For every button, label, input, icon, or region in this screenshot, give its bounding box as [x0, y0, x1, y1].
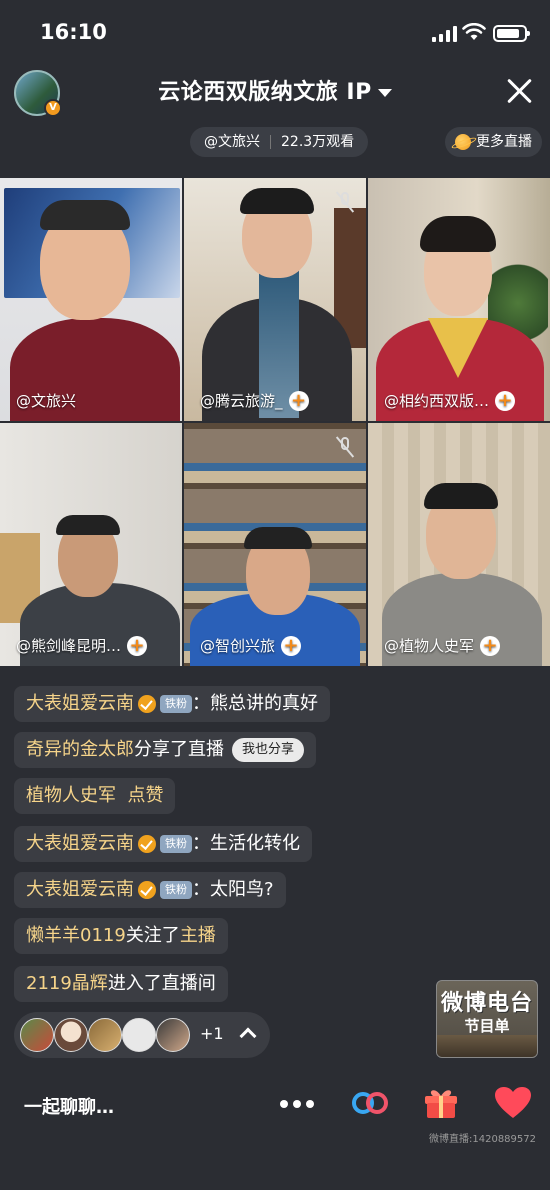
- chat-username[interactable]: 奇异的金太郎: [26, 732, 134, 768]
- host-avatar[interactable]: V: [14, 70, 62, 117]
- mic-muted-icon: [335, 436, 355, 458]
- radio-card-subtitle: 节目单: [464, 1017, 510, 1035]
- chat-message: 大表姐爱云南 铁粉 ：熊总讲的真好: [14, 686, 330, 722]
- share-button[interactable]: 我也分享: [232, 738, 305, 762]
- video-tile[interactable]: @文旅兴: [0, 178, 182, 421]
- video-tile[interactable]: @腾云旅游_ +: [184, 178, 366, 421]
- status-bar: 16:10: [0, 0, 550, 66]
- person-hair: [240, 188, 314, 214]
- chat-message: 植物人史军 点赞: [14, 778, 176, 814]
- person-hair: [56, 515, 120, 535]
- person-hair: [40, 200, 130, 230]
- chat-input[interactable]: 一起聊聊…: [24, 1093, 114, 1119]
- verified-icon: [138, 695, 156, 713]
- divider: [270, 135, 271, 149]
- verified-icon: [138, 835, 156, 853]
- tile-label: @相约西双版… +: [368, 390, 550, 411]
- follow-button[interactable]: +: [288, 390, 309, 411]
- room-title-dropdown[interactable]: 云论西双版纳文旅 IP: [100, 74, 450, 106]
- weibo-radio-card[interactable]: 微博电台 节目单: [436, 980, 538, 1058]
- viewer-avatar[interactable]: [156, 1018, 190, 1052]
- signal-icon: [432, 26, 458, 42]
- chat-username[interactable]: 2119晶辉: [26, 966, 108, 1002]
- person-hair: [424, 483, 498, 509]
- person-hair: [420, 216, 496, 252]
- chat-text: 关注了: [125, 925, 180, 946]
- chat-text: 分享了直播: [134, 739, 224, 760]
- follow-button[interactable]: +: [495, 390, 516, 411]
- video-tile[interactable]: @相约西双版… +: [368, 178, 550, 421]
- radio-card-decor: [437, 1035, 537, 1057]
- follow-button[interactable]: +: [281, 635, 302, 656]
- viewer-avatar[interactable]: [122, 1018, 156, 1052]
- host-handle: @文旅兴: [204, 134, 260, 150]
- watermark: 微博直播:1420889572: [429, 1134, 536, 1145]
- fan-badge: 铁粉: [160, 881, 192, 899]
- chat-text: ：熊总讲的真好: [192, 693, 318, 714]
- video-tile[interactable]: @智创兴旅 +: [184, 423, 366, 666]
- planet-icon: [455, 134, 471, 150]
- video-tile[interactable]: @熊剑峰昆明… +: [0, 423, 182, 666]
- fan-badge: 铁粉: [160, 835, 192, 853]
- status-time: 16:10: [40, 20, 107, 44]
- caret-down-icon: [377, 89, 392, 97]
- tile-label: @腾云旅游_ +: [184, 390, 366, 411]
- viewer-avatars-bar[interactable]: +1: [14, 1012, 270, 1058]
- room-title: 云论西双版纳文旅 IP: [158, 80, 372, 105]
- participant-name: @熊剑峰昆明…: [16, 637, 122, 655]
- mic-muted-icon: [335, 191, 355, 213]
- viewer-count: 22.3万观看: [281, 134, 355, 150]
- chat-message: 懒羊羊0119 关注了 主播: [14, 918, 228, 954]
- participant-name: @文旅兴: [16, 392, 77, 410]
- fan-badge: 铁粉: [160, 695, 192, 713]
- person-hair: [244, 527, 312, 549]
- chat-message: 大表姐爱云南 铁粉 ：生活化转化: [14, 826, 312, 862]
- viewer-avatar[interactable]: [88, 1018, 122, 1052]
- link-icon[interactable]: [350, 1088, 390, 1118]
- chat-message: 大表姐爱云南 铁粉 ：太阳鸟?: [14, 872, 286, 908]
- more-options-icon[interactable]: [280, 1100, 314, 1108]
- participant-name: @腾云旅游_: [200, 392, 283, 410]
- battery-icon: [493, 25, 530, 42]
- radio-card-title: 微博电台: [440, 991, 533, 1016]
- chat-highlight: 主播: [179, 925, 216, 946]
- viewer-avatar[interactable]: [54, 1018, 88, 1052]
- heart-icon[interactable]: [494, 1086, 532, 1120]
- viewer-extra-count: +1: [200, 1024, 224, 1043]
- more-live-label: 更多直播: [476, 134, 532, 150]
- video-grid: @文旅兴 @腾云旅游_ + @相约西双版… + @熊剑峰昆明… + @智创兴旅 …: [0, 178, 550, 666]
- chevron-up-icon[interactable]: [239, 1027, 257, 1045]
- host-info-pill[interactable]: @文旅兴 22.3万观看: [190, 127, 369, 157]
- follow-button[interactable]: +: [127, 635, 148, 656]
- tile-label: @植物人史军 +: [368, 635, 550, 656]
- video-tile[interactable]: @植物人史军 +: [368, 423, 550, 666]
- participant-name: @智创兴旅: [200, 637, 276, 655]
- chat-message: 奇异的金太郎 分享了直播 我也分享: [14, 732, 317, 768]
- tile-label: @智创兴旅 +: [184, 635, 366, 656]
- chat-username[interactable]: 植物人史军: [26, 778, 116, 814]
- chat-text: 进入了直播间: [107, 973, 216, 994]
- wifi-icon: [462, 23, 486, 40]
- chat-username[interactable]: 大表姐爱云南: [26, 826, 134, 862]
- follow-button[interactable]: +: [480, 635, 501, 656]
- tile-label: @文旅兴: [0, 390, 182, 411]
- participant-name: @相约西双版…: [384, 392, 490, 410]
- chat-message: 2119晶辉 进入了直播间: [14, 966, 228, 1002]
- more-live-button[interactable]: 更多直播: [445, 127, 542, 157]
- close-button[interactable]: [505, 76, 535, 106]
- tile-label: @熊剑峰昆明… +: [0, 635, 182, 656]
- chat-text: ：生活化转化: [192, 833, 300, 854]
- chat-username[interactable]: 大表姐爱云南: [26, 686, 134, 722]
- viewer-avatar[interactable]: [20, 1018, 54, 1052]
- verified-icon: [138, 881, 156, 899]
- chat-text: ：太阳鸟?: [192, 879, 274, 900]
- chat-text: 点赞: [116, 785, 164, 806]
- participant-name: @植物人史军: [384, 637, 475, 655]
- chat-username[interactable]: 大表姐爱云南: [26, 872, 134, 908]
- gift-icon[interactable]: [423, 1085, 459, 1119]
- verified-badge-icon: V: [44, 99, 62, 117]
- chat-username[interactable]: 懒羊羊0119: [26, 918, 126, 954]
